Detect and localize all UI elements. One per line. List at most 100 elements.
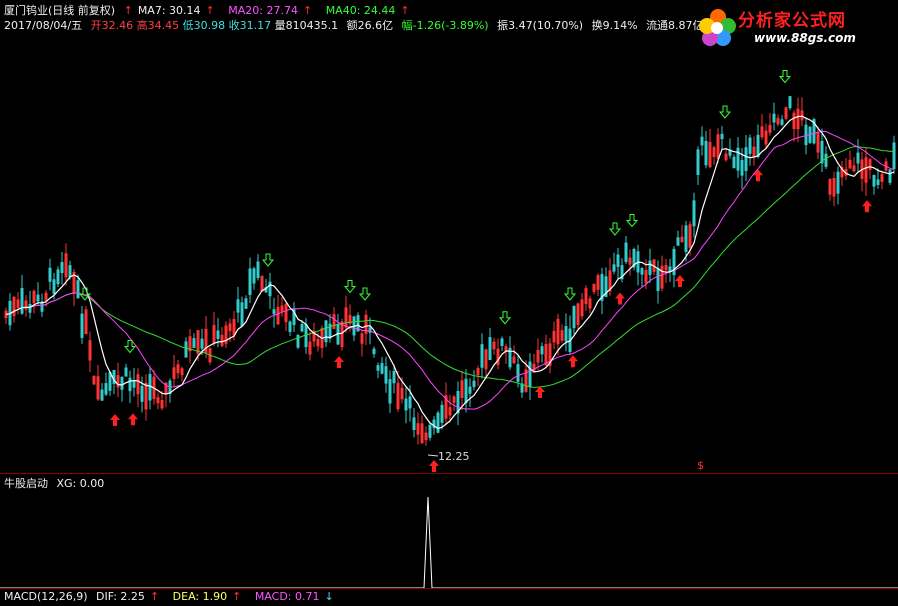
candle-body: [300, 323, 304, 332]
macd-dif: DIF: 2.25 ↑: [96, 590, 164, 603]
candle-body: [240, 302, 244, 327]
candle-body: [372, 348, 376, 355]
candle-body: [68, 265, 72, 278]
buy-arrow-icon: [675, 275, 685, 287]
candle-body: [836, 171, 840, 194]
candle-body: [124, 367, 128, 377]
candle-body: [428, 424, 432, 438]
candle-body: [108, 372, 112, 391]
sell-arrow-icon: [608, 222, 622, 236]
buy-arrow-icon: [535, 386, 545, 398]
candle-body: [720, 133, 724, 140]
candle-body: [612, 264, 616, 272]
candle-body: [888, 169, 892, 183]
candle-body: [740, 159, 744, 176]
candle-body: [272, 309, 276, 315]
candle-body: [56, 269, 60, 285]
candle-body: [248, 268, 252, 295]
buy-arrow-icon: [128, 413, 138, 426]
candle-body: [324, 320, 328, 343]
indicator-header: 牛股启动 XG: 0.00: [4, 477, 109, 491]
candle-body: [412, 417, 416, 431]
candle-body: [780, 119, 784, 125]
candle-body: [772, 113, 776, 123]
up-arrow-icon: ↑: [149, 590, 160, 603]
candle-body: [756, 134, 760, 157]
macd-dea: DEA: 1.90 ↑: [173, 590, 247, 603]
candle-body: [788, 96, 792, 109]
candle-body: [736, 147, 740, 171]
up-arrow-icon: ↑: [232, 590, 242, 603]
candle-body: [700, 136, 704, 146]
candle-body: [436, 412, 440, 433]
low-price-label: 12.25: [438, 450, 470, 463]
candle-body: [520, 383, 524, 393]
buy-arrow-icon: [862, 200, 872, 213]
candle-body: [48, 267, 52, 282]
candle-body: [640, 268, 644, 275]
candle-body: [648, 260, 652, 275]
sell-arrow-icon: [343, 280, 357, 294]
candle-body: [76, 280, 80, 299]
indicator-name: 牛股启动: [4, 477, 48, 490]
candle-body: [236, 299, 240, 313]
candle-body: [824, 153, 828, 167]
candle-body: [564, 326, 568, 342]
candle-body: [744, 147, 748, 172]
candle-body: [684, 225, 688, 252]
candle-body: [668, 266, 672, 272]
macd-name: MACD(12,26,9): [4, 590, 88, 603]
sell-arrow-icon: [563, 287, 577, 301]
candle-body: [456, 391, 460, 414]
candle-body: [876, 179, 880, 185]
dea-label: DEA: 1.90: [172, 590, 228, 603]
candle-body: [216, 330, 220, 340]
candle-body: [704, 140, 708, 166]
candle-body: [440, 404, 444, 423]
candle-body: [388, 379, 392, 404]
candle-body: [464, 378, 468, 403]
candle-body: [480, 344, 484, 368]
sell-arrow-icon: [358, 287, 372, 301]
candle-body: [500, 338, 504, 346]
down-arrow-icon: ↓: [324, 590, 334, 603]
xg-signal-line: [0, 496, 898, 589]
candle-body: [872, 174, 876, 187]
candle-body: [244, 298, 248, 309]
buy-arrow-icon: [334, 356, 344, 368]
candle-body: [472, 380, 476, 387]
dif-label: DIF: 2.25: [96, 590, 145, 603]
candle-body: [616, 254, 620, 267]
candle-body: [60, 262, 64, 274]
candle-body: [572, 305, 576, 329]
candle-body: [120, 376, 124, 390]
candle-body: [100, 389, 104, 401]
low-price-value: 12.25: [438, 450, 470, 463]
sell-arrow-icon: [625, 214, 639, 228]
candle-body: [696, 149, 700, 175]
candle-body: [692, 200, 696, 227]
candle-body: [404, 398, 408, 411]
candle-body: [856, 152, 860, 164]
candle-body: [80, 313, 84, 338]
candle-body: [528, 361, 532, 388]
candle-body: [28, 303, 32, 313]
candle-body: [132, 380, 136, 388]
buy-arrow-icon: [568, 355, 578, 368]
candle-body: [656, 267, 660, 292]
candle-body: [748, 137, 752, 154]
dollar-marker: $: [697, 459, 704, 472]
buy-arrow-icon: [110, 414, 120, 426]
buy-arrow-icon: [753, 169, 763, 182]
candle-body: [820, 140, 824, 164]
macd-header: MACD(12,26,9) DIF: 2.25 ↑ DEA: 1.90 ↑ MACD…: [4, 590, 344, 604]
candle-body: [384, 366, 388, 384]
kline-chart[interactable]: [0, 0, 898, 606]
macd-label: MACD: 0.71: [254, 590, 320, 603]
candle-body: [288, 321, 292, 332]
candle-body: [20, 287, 24, 314]
candle-body: [256, 261, 260, 279]
candle-body: [408, 396, 412, 409]
candle-body: [252, 268, 256, 284]
candle-body: [732, 156, 736, 169]
